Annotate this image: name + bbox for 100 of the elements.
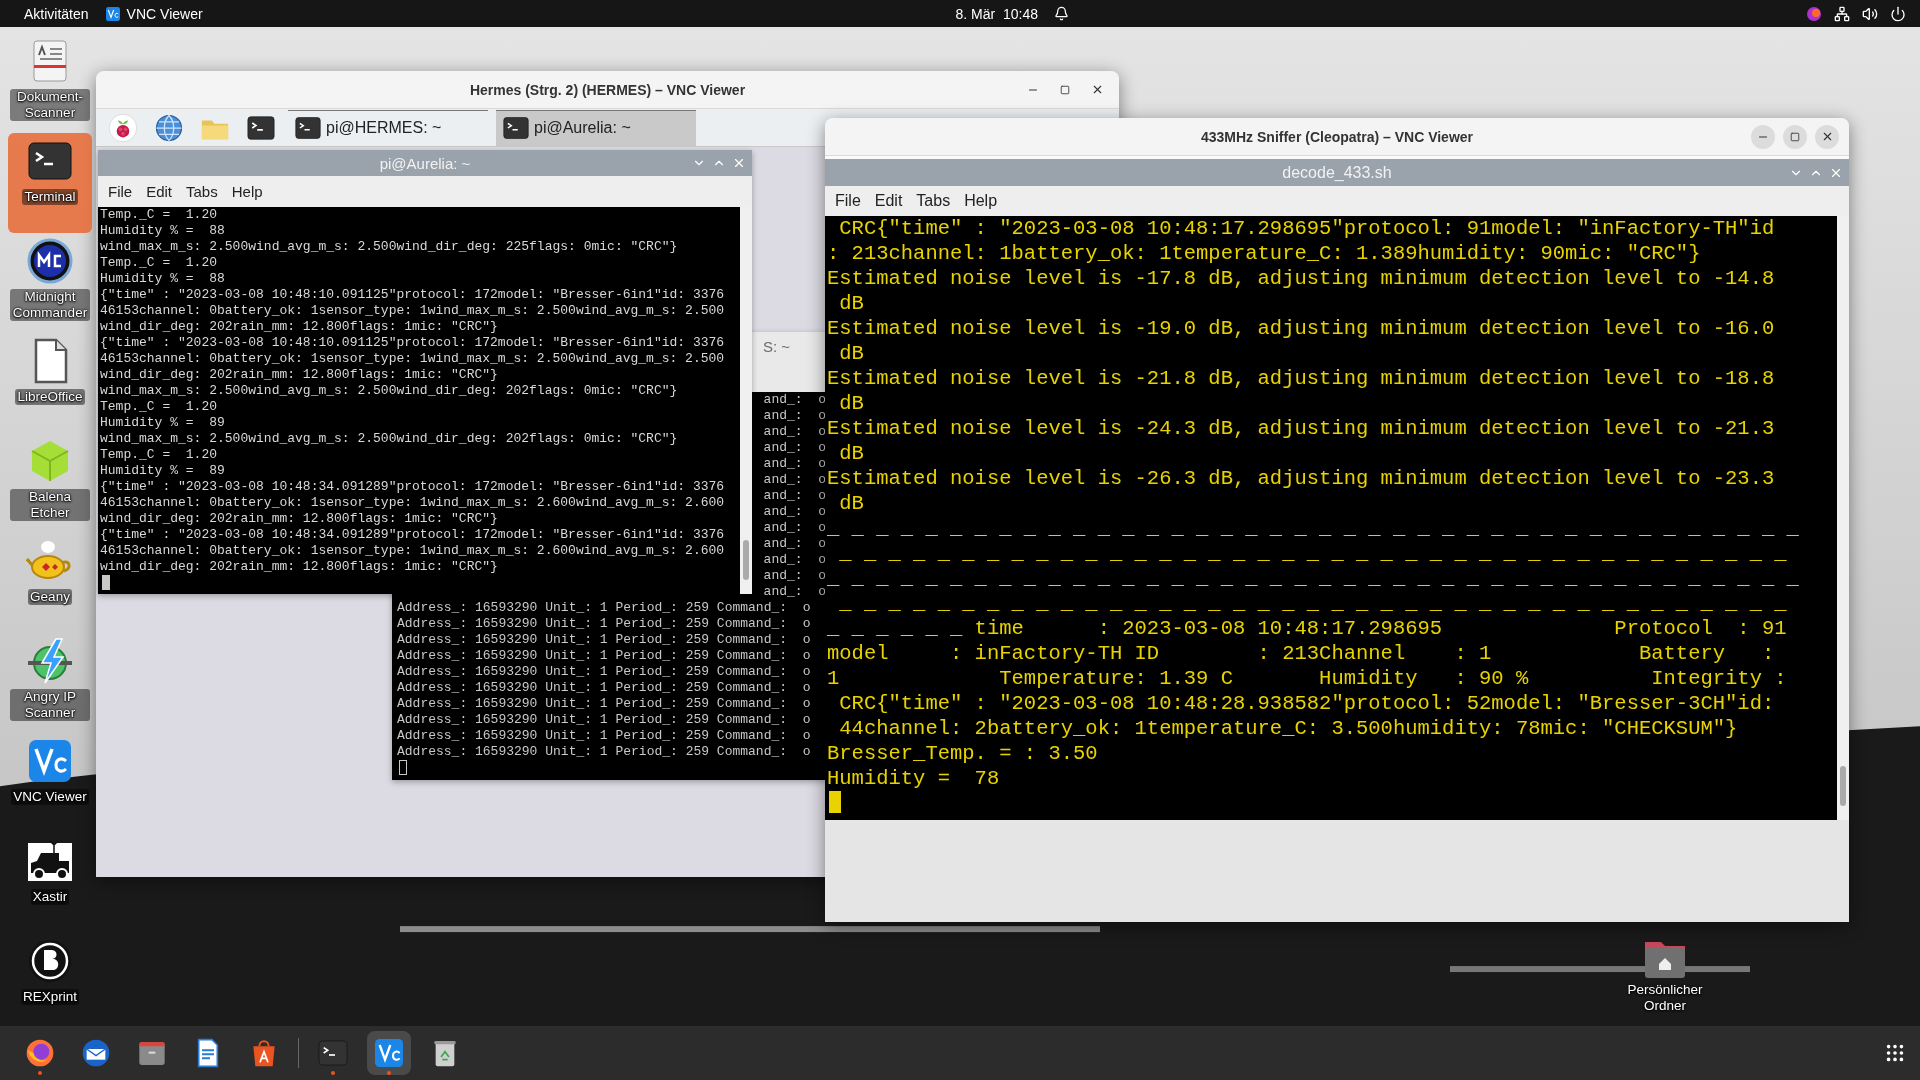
vnc-icon	[26, 737, 74, 785]
terminal-title: S: ~	[762, 338, 790, 355]
terminal-line: 1 Temperature: 1.39 C Humidity : 90 % Integrity :	[827, 666, 1788, 691]
vnc-icon	[104, 5, 121, 22]
scrollbar[interactable]	[740, 207, 752, 594]
maximize-button[interactable]	[1783, 124, 1807, 149]
terminal-line: Address_: 16593290 Unit_: 1 Period_: 259 Command_: o	[397, 712, 812, 728]
terminal-icon	[294, 114, 322, 142]
minimize-button[interactable]	[1751, 124, 1775, 149]
menu-item[interactable]: Tabs	[180, 183, 224, 200]
clock-button[interactable]: 8. Mär 10:48	[947, 5, 1047, 22]
terminal-line: Address_: 16593290 Unit_: 1 Period_: 259 Command_: o	[397, 696, 812, 712]
desktop-shortcut[interactable]: VNC Viewer	[8, 733, 92, 833]
app-grid-icon[interactable]	[1884, 1042, 1906, 1064]
globe-icon	[154, 112, 184, 143]
text-cursor	[399, 760, 407, 775]
home-folder-shortcut[interactable]: Persönlicher Ordner	[1615, 934, 1715, 1014]
terminal-line: 46153channel: 0battery_ok: 1sensor_type: 1wind_max_m_s: 2.500wind_avg_m_s: 2.500	[100, 303, 726, 319]
terminal-line: Estimated noise level is -24.3 dB, adjusting minimum detection level to -21.3	[827, 416, 1776, 441]
terminal-line: Temp._C = 1.20	[100, 207, 219, 223]
terminal-line: Address_: 16593290 Unit_: 1 Period_: 259 Command_: o	[397, 648, 812, 664]
volume-icon[interactable]	[1862, 5, 1878, 22]
terminal-line: Temp._C = 1.20	[100, 447, 219, 463]
terminal-line: and_: o	[763, 408, 826, 424]
terminal-line: : 213channel: 1battery_ok: 1temperature_C: 1.389humidity: 90mic: "CRC"}	[827, 241, 1702, 266]
terminal-line: {"time" : "2023-03-08 10:48:34.091289"protocol: 172model: "Bresser-6in1"id: 3376	[100, 479, 726, 495]
menu-item[interactable]: Tabs	[910, 192, 957, 210]
terminal-line: _ _ _ _ _ _ time : 2023-03-08 10:48:17.298695 Protocol : 91	[827, 616, 1788, 641]
terminal-line: _ _ _ _ _ _ _ _ _ _ _ _ _ _ _ _ _ _ _ _ _ _ _ _ _ _ _ _ _ _ _ _ _ _ _ _ _ _ _ _	[827, 566, 1800, 591]
scrollbar[interactable]	[1837, 216, 1849, 820]
app-menu-button[interactable]: VNC Viewer	[96, 5, 211, 22]
menu-item[interactable]: File	[829, 192, 867, 210]
taskbar-button[interactable]: pi@Aurelia: ~	[496, 109, 696, 146]
terminal-line: and_: o	[763, 552, 826, 568]
terminal-line: wind_dir_deg: 202rain_mm: 12.800flags: 1mic: "CRC"}	[100, 511, 499, 527]
terminal-line: Address_: 16593290 Unit_: 1 Period_: 259 Command_: o	[397, 744, 812, 760]
terminal-line: {"time" : "2023-03-08 10:48:10.091125"protocol: 172model: "Bresser-6in1"id: 3376	[100, 287, 726, 303]
desktop-shortcut[interactable]: Angry IP Scanner	[8, 633, 92, 733]
lightning-icon	[26, 637, 74, 685]
terminal-line: CRC{"time" : "2023-03-08 10:48:28.938582"protocol: 52model: "Bresser-3CH"id:	[838, 691, 1776, 716]
network-icon[interactable]	[1834, 5, 1850, 22]
terminal-icon	[502, 114, 530, 142]
menu-item[interactable]: File	[102, 183, 139, 200]
terminal-line: dB	[838, 391, 865, 416]
desktop-shortcut[interactable]: Dokument-Scanner	[8, 33, 92, 133]
taskbar-button[interactable]: pi@HERMES: ~	[288, 109, 488, 146]
terminal-line: Address_: 16593290 Unit_: 1 Period_: 259 Command_: o	[397, 664, 812, 680]
dock-app-button[interactable]	[367, 1031, 411, 1075]
terminal-line: Address_: 16593290 Unit_: 1 Period_: 259 Command_: o	[397, 616, 812, 632]
terminal-line: Address_: 16593290 Unit_: 1 Period_: 259 Command_: o	[397, 728, 812, 744]
terminal-line: Humidity % = 89	[100, 415, 226, 431]
terminal-line: wind_max_m_s: 2.500wind_avg_m_s: 2.500wind_dir_deg: 202flags: 0mic: "CRC"}	[100, 431, 679, 447]
terminal-line: {"time" : "2023-03-08 10:48:10.091125"protocol: 172model: "Bresser-6in1"id: 3376	[100, 335, 726, 351]
commander-icon	[26, 237, 74, 285]
terminal-line: and_: o	[763, 424, 826, 440]
terminal-line: Temp._C = 1.20	[100, 399, 219, 415]
terminal-line: and_: o	[763, 472, 826, 488]
terminal-line: dB	[838, 491, 865, 516]
window-title: Hermes (Strg. 2) (HERMES) – VNC Viewer	[469, 81, 746, 98]
menu-item[interactable]: Help	[225, 183, 269, 200]
terminal-line: Estimated noise level is -26.3 dB, adjusting minimum detection level to -23.3	[827, 466, 1776, 491]
text-cursor	[102, 575, 110, 590]
terminal-line: Humidity = 78	[827, 766, 1001, 791]
terminal-line: wind_dir_deg: 202rain_mm: 12.800flags: 1mic: "CRC"}	[100, 319, 499, 335]
terminal-line: and_: o	[763, 504, 826, 520]
menu-item[interactable]: Help	[958, 192, 1004, 210]
close-button[interactable]	[1815, 124, 1839, 149]
text-cursor	[829, 791, 841, 813]
terminal-line: and_: o	[763, 584, 826, 600]
terminal-line: Address_: 16593290 Unit_: 1 Period_: 259 Command_: o	[397, 600, 812, 616]
terminal-line: Bresser_Temp. = : 3.50	[827, 741, 1099, 766]
menu-item[interactable]: Edit	[140, 183, 179, 200]
terminal-line: 46153channel: 0battery_ok: 1sensor_type: 1wind_max_m_s: 2.600wind_avg_m_s: 2.600	[100, 495, 726, 511]
desktop-shortcut[interactable]: Geany	[8, 533, 92, 633]
terminal-icon	[317, 1037, 349, 1069]
terminal-line: dB	[838, 341, 865, 366]
terminal-line: Humidity % = 88	[100, 223, 226, 239]
terminal-line: Address_: 16593290 Unit_: 1 Period_: 259 Command_: o	[397, 680, 812, 696]
terminal-line: 46153channel: 0battery_ok: 1sensor_type: 1wind_max_m_s: 2.600wind_avg_m_s: 2.600	[100, 543, 726, 559]
terminal-line: Address_: 16593290 Unit_: 1 Period_: 259 Command_: o	[397, 632, 812, 648]
desktop-shortcut[interactable]: Terminal	[8, 133, 92, 233]
desktop-shortcut[interactable]: Midnight Commander	[8, 233, 92, 333]
desktop-shortcut[interactable]: Xastir	[8, 833, 92, 933]
terminal-title: pi@Aurelia: ~	[379, 154, 471, 172]
desktop-shortcut[interactable]: Balena Etcher	[8, 433, 92, 533]
terminal-line: and_: o	[763, 568, 826, 584]
terminal-line: Humidity % = 89	[100, 463, 226, 479]
maximize-icon	[1790, 131, 1800, 142]
terminal-line: 46153channel: 0battery_ok: 1sensor_type: 1wind_max_m_s: 2.500wind_avg_m_s: 2.500	[100, 351, 726, 367]
terminal-line: and_: o	[763, 440, 826, 456]
terminal-line: 44channel: 2battery_ok: 1temperature_C: 3.500humidity: 78mic: "CHECKSUM"}	[838, 716, 1739, 741]
raspberry-icon	[108, 112, 138, 143]
menu-item[interactable]: Edit	[868, 192, 909, 210]
activities-button[interactable]: Aktivitäten	[16, 5, 97, 22]
vnc-icon	[373, 1037, 405, 1069]
desktop-shortcut[interactable]: LibreOffice	[8, 333, 92, 433]
power-icon[interactable]	[1890, 5, 1906, 22]
terminal-line: and_: o	[763, 536, 826, 552]
terminal-line: wind_dir_deg: 202rain_mm: 12.800flags: 1mic: "CRC"}	[100, 559, 499, 575]
terminal-line: and_: o	[763, 392, 826, 408]
